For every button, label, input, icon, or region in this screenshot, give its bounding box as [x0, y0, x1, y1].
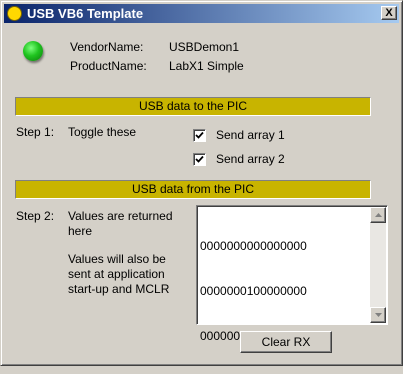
clear-rx-button[interactable]: Clear RX — [240, 331, 332, 353]
status-led-icon — [23, 41, 43, 61]
step2-note-line2: here — [68, 224, 93, 238]
from-pic-header: USB data from the PIC — [15, 180, 371, 199]
window-title: USB VB6 Template — [27, 6, 144, 21]
startup-note-line3: start-up and MCLR — [68, 282, 170, 296]
rx-line: 0000000000000000 — [200, 239, 307, 253]
send-array-2-checkbox[interactable] — [193, 153, 206, 166]
startup-note-line1: Values will also be — [68, 252, 166, 266]
scroll-down-button[interactable] — [370, 307, 386, 323]
rx-line: 0000000100000000 — [200, 284, 307, 298]
send-array-2-label[interactable]: Send array 2 — [216, 152, 285, 167]
step1-label: Step 1: — [16, 125, 55, 139]
send-array-1-checkbox[interactable] — [193, 129, 206, 142]
step2-label: Step 2: — [16, 209, 55, 223]
app-window: USB VB6 Template X VendorName: USBDemon1… — [0, 0, 403, 366]
vendor-name-label: VendorName: — [70, 40, 144, 54]
app-icon — [7, 6, 22, 21]
arrow-down-icon — [375, 313, 382, 317]
checkmark-icon — [195, 155, 204, 163]
step1-instruction: Toggle these — [68, 125, 137, 139]
product-name-value: LabX1 Simple — [169, 59, 244, 73]
to-pic-header: USB data to the PIC — [15, 97, 371, 116]
product-name-label: ProductName: — [70, 59, 147, 73]
close-button[interactable]: X — [381, 6, 397, 20]
step2-note-line1: Values are returned — [68, 209, 173, 223]
title-bar[interactable]: USB VB6 Template X — [4, 4, 399, 23]
scroll-up-button[interactable] — [370, 207, 386, 223]
vendor-name-value: USBDemon1 — [169, 40, 240, 54]
rx-data-textarea[interactable]: 0000000000000000 0000000100000000 000000… — [196, 205, 388, 343]
checkmark-icon — [195, 131, 204, 139]
arrow-up-icon — [375, 213, 382, 217]
send-array-1-label[interactable]: Send array 1 — [216, 128, 285, 143]
startup-note-line2: sent at application — [68, 267, 165, 281]
vertical-scrollbar[interactable] — [370, 207, 386, 323]
